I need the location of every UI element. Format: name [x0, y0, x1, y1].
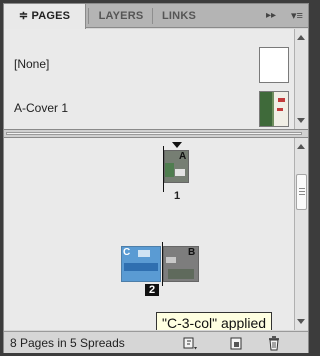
- tab-pages[interactable]: ≑ PAGES: [4, 4, 86, 29]
- page-master-prefix: A: [179, 151, 187, 162]
- new-page-icon[interactable]: [228, 335, 244, 351]
- master-item-a-cover-1[interactable]: A-Cover 1: [4, 87, 294, 133]
- panel-footer: 8 Pages in 5 Spreads: [4, 331, 308, 353]
- master-item-none[interactable]: [None]: [4, 43, 294, 89]
- master-thumbnail[interactable]: [259, 47, 289, 83]
- pages-section: A 1 C B 2 "C-3-col" applied: [4, 138, 294, 330]
- pages-panel: ≑ PAGES LAYERS LINKS ▸▸ ▾≡ [None] A-Cove…: [3, 3, 309, 353]
- master-label: A-Cover 1: [14, 101, 69, 115]
- trash-icon[interactable]: [266, 335, 282, 351]
- more-tabs-icon[interactable]: ▸▸: [266, 4, 276, 28]
- master-label: [None]: [14, 57, 50, 71]
- page-count-status: 8 Pages in 5 Spreads: [10, 336, 125, 350]
- page-master-prefix: B: [188, 247, 196, 258]
- tab-links[interactable]: LINKS: [154, 4, 204, 28]
- scroll-down-icon[interactable]: [297, 118, 305, 123]
- scroll-up-icon[interactable]: [297, 35, 305, 40]
- page-thumbnail-1[interactable]: A: [164, 150, 189, 183]
- pages-scrollbar[interactable]: [294, 138, 308, 330]
- section-divider-handle[interactable]: [4, 129, 308, 138]
- panel-tab-bar: ≑ PAGES LAYERS LINKS ▸▸ ▾≡: [4, 4, 308, 29]
- masters-scrollbar[interactable]: [294, 29, 308, 129]
- edit-page-size-icon[interactable]: [182, 335, 198, 351]
- master-thumbnail[interactable]: [259, 91, 289, 127]
- current-page-marker-icon: [172, 142, 182, 148]
- tab-layers[interactable]: LAYERS: [92, 4, 150, 28]
- tab-divider: [88, 8, 89, 24]
- panel-menu-icon[interactable]: ▾≡: [287, 4, 307, 28]
- masters-section: [None] A-Cover 1: [4, 29, 308, 129]
- page-number: 1: [174, 190, 181, 202]
- scroll-down-icon[interactable]: [297, 319, 305, 324]
- scroll-thumb[interactable]: [296, 174, 307, 210]
- tooltip: "C-3-col" applied: [156, 312, 273, 330]
- page-master-prefix: C: [123, 247, 131, 258]
- tab-divider: [152, 8, 153, 24]
- page-number: 2: [145, 284, 159, 296]
- page-thumbnail-2-selected[interactable]: C: [121, 246, 161, 282]
- scroll-up-icon[interactable]: [297, 144, 305, 149]
- page-thumbnail-3[interactable]: B: [163, 246, 199, 282]
